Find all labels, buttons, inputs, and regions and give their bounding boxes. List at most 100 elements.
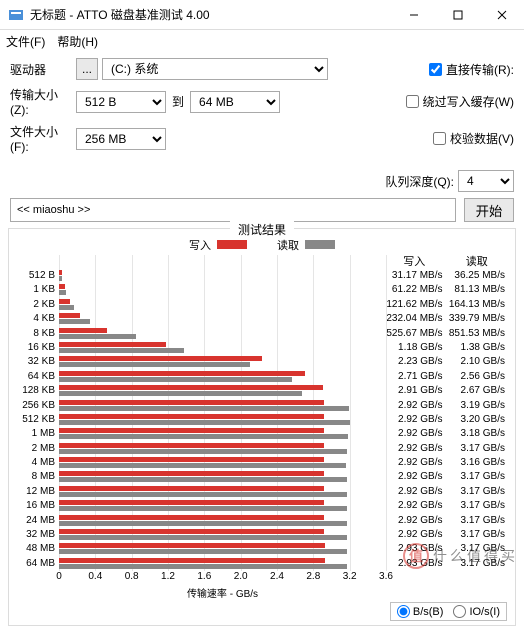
bar-row — [59, 557, 386, 571]
write-bar — [59, 299, 70, 304]
read-value: 3.17 GB/s — [449, 528, 506, 542]
xfer-from-select[interactable]: 512 B — [76, 91, 166, 113]
read-values-column: 读取36.25 MB/s81.13 MB/s164.13 MB/s339.79 … — [449, 255, 512, 571]
y-label: 48 MB — [13, 542, 55, 556]
drive-browse-button[interactable]: ... — [76, 58, 98, 80]
write-value: 31.17 MB/s — [386, 269, 443, 283]
write-value: 2.92 GB/s — [386, 456, 443, 470]
queue-depth-label: 队列深度(Q): — [385, 173, 454, 190]
bar-row — [59, 499, 386, 513]
read-value: 3.17 GB/s — [449, 485, 506, 499]
watermark: 值 什么值得买 — [403, 543, 518, 569]
write-bar — [59, 529, 324, 534]
bar-row — [59, 442, 386, 456]
bar-row — [59, 370, 386, 384]
write-bar — [59, 471, 324, 476]
chart-bars — [59, 255, 386, 571]
read-value: 36.25 MB/s — [449, 269, 506, 283]
x-axis: 传输速率 - GB/s 00.40.81.21.62.02.42.83.23.6 — [59, 571, 386, 597]
bar-row — [59, 542, 386, 556]
bar-row — [59, 283, 386, 297]
read-bar — [59, 535, 347, 540]
read-value: 1.38 GB/s — [449, 341, 506, 355]
y-label: 4 MB — [13, 456, 55, 470]
write-value: 61.22 MB/s — [386, 283, 443, 297]
bar-row — [59, 528, 386, 542]
verify-checkbox[interactable]: 校验数据(V) — [433, 130, 514, 147]
start-button[interactable]: 开始 — [464, 198, 514, 222]
read-bar — [59, 492, 347, 497]
read-value: 3.17 GB/s — [449, 499, 506, 513]
bypass-cache-checkbox[interactable]: 绕过写入缓存(W) — [406, 93, 514, 110]
read-value: 3.20 GB/s — [449, 413, 506, 427]
bar-row — [59, 312, 386, 326]
read-value: 81.13 MB/s — [449, 283, 506, 297]
y-label: 2 KB — [13, 298, 55, 312]
watermark-icon: 值 — [403, 543, 429, 569]
write-value: 2.23 GB/s — [386, 355, 443, 369]
results-title: 测试结果 — [230, 221, 294, 238]
file-size-select[interactable]: 256 MB — [76, 128, 166, 150]
window-title: 无标题 - ATTO 磁盘基准测试 4.00 — [30, 6, 392, 23]
read-bar — [59, 406, 349, 411]
y-label: 16 MB — [13, 499, 55, 513]
queue-depth-row: 队列深度(Q): 4 — [10, 170, 514, 192]
read-value: 3.17 GB/s — [449, 470, 506, 484]
write-bar — [59, 342, 166, 347]
write-value: 525.67 MB/s — [386, 327, 443, 341]
direct-io-checkbox[interactable]: 直接传输(R): — [429, 61, 514, 78]
y-label: 16 KB — [13, 341, 55, 355]
read-value: 2.10 GB/s — [449, 355, 506, 369]
read-value: 3.18 GB/s — [449, 427, 506, 441]
write-bar — [59, 270, 62, 275]
units-bs-radio[interactable]: B/s(B) — [397, 605, 444, 618]
close-button[interactable] — [480, 0, 524, 30]
minimize-button[interactable] — [392, 0, 436, 30]
bar-row — [59, 413, 386, 427]
titlebar: 无标题 - ATTO 磁盘基准测试 4.00 — [0, 0, 524, 30]
menu-help[interactable]: 帮助(H) — [57, 33, 98, 50]
maximize-button[interactable] — [436, 0, 480, 30]
read-bar — [59, 549, 347, 554]
units-ios-radio[interactable]: IO/s(I) — [453, 605, 500, 618]
y-label: 4 KB — [13, 312, 55, 326]
bar-row — [59, 427, 386, 441]
write-bar — [59, 284, 65, 289]
y-label: 1 KB — [13, 283, 55, 297]
write-bar — [59, 443, 324, 448]
y-label: 32 KB — [13, 355, 55, 369]
write-bar — [59, 313, 80, 318]
y-axis-labels: 512 B1 KB2 KB4 KB8 KB16 KB32 KB64 KB128 … — [13, 255, 59, 571]
write-value: 2.92 GB/s — [386, 514, 443, 528]
write-bar — [59, 486, 324, 491]
write-value: 2.92 GB/s — [386, 528, 443, 542]
drive-select[interactable]: (C:) 系统 — [102, 58, 328, 80]
read-value: 164.13 MB/s — [449, 298, 506, 312]
write-bar — [59, 414, 324, 419]
x-axis-label: 传输速率 - GB/s — [187, 585, 258, 600]
write-bar — [59, 371, 305, 376]
read-value: 3.19 GB/s — [449, 399, 506, 413]
menubar: 文件(F) 帮助(H) — [0, 30, 524, 52]
xfer-to-select[interactable]: 64 MB — [190, 91, 280, 113]
read-value: 3.17 GB/s — [449, 442, 506, 456]
queue-depth-select[interactable]: 4 — [458, 170, 514, 192]
menu-file[interactable]: 文件(F) — [6, 33, 45, 50]
bar-row — [59, 341, 386, 355]
write-value: 2.92 GB/s — [386, 470, 443, 484]
legend-read: 读取 — [277, 237, 335, 253]
bar-row — [59, 269, 386, 283]
y-label: 8 KB — [13, 327, 55, 341]
read-bar — [59, 420, 350, 425]
read-bar — [59, 449, 347, 454]
y-label: 8 MB — [13, 470, 55, 484]
write-bar — [59, 558, 325, 563]
bar-row — [59, 298, 386, 312]
write-value: 2.92 GB/s — [386, 499, 443, 513]
y-label: 1 MB — [13, 427, 55, 441]
read-bar — [59, 377, 292, 382]
y-label: 256 KB — [13, 399, 55, 413]
chart-legend: 写入 读取 — [13, 237, 511, 253]
read-value: 2.56 GB/s — [449, 370, 506, 384]
description-field[interactable]: << miaoshu >> — [10, 198, 456, 222]
